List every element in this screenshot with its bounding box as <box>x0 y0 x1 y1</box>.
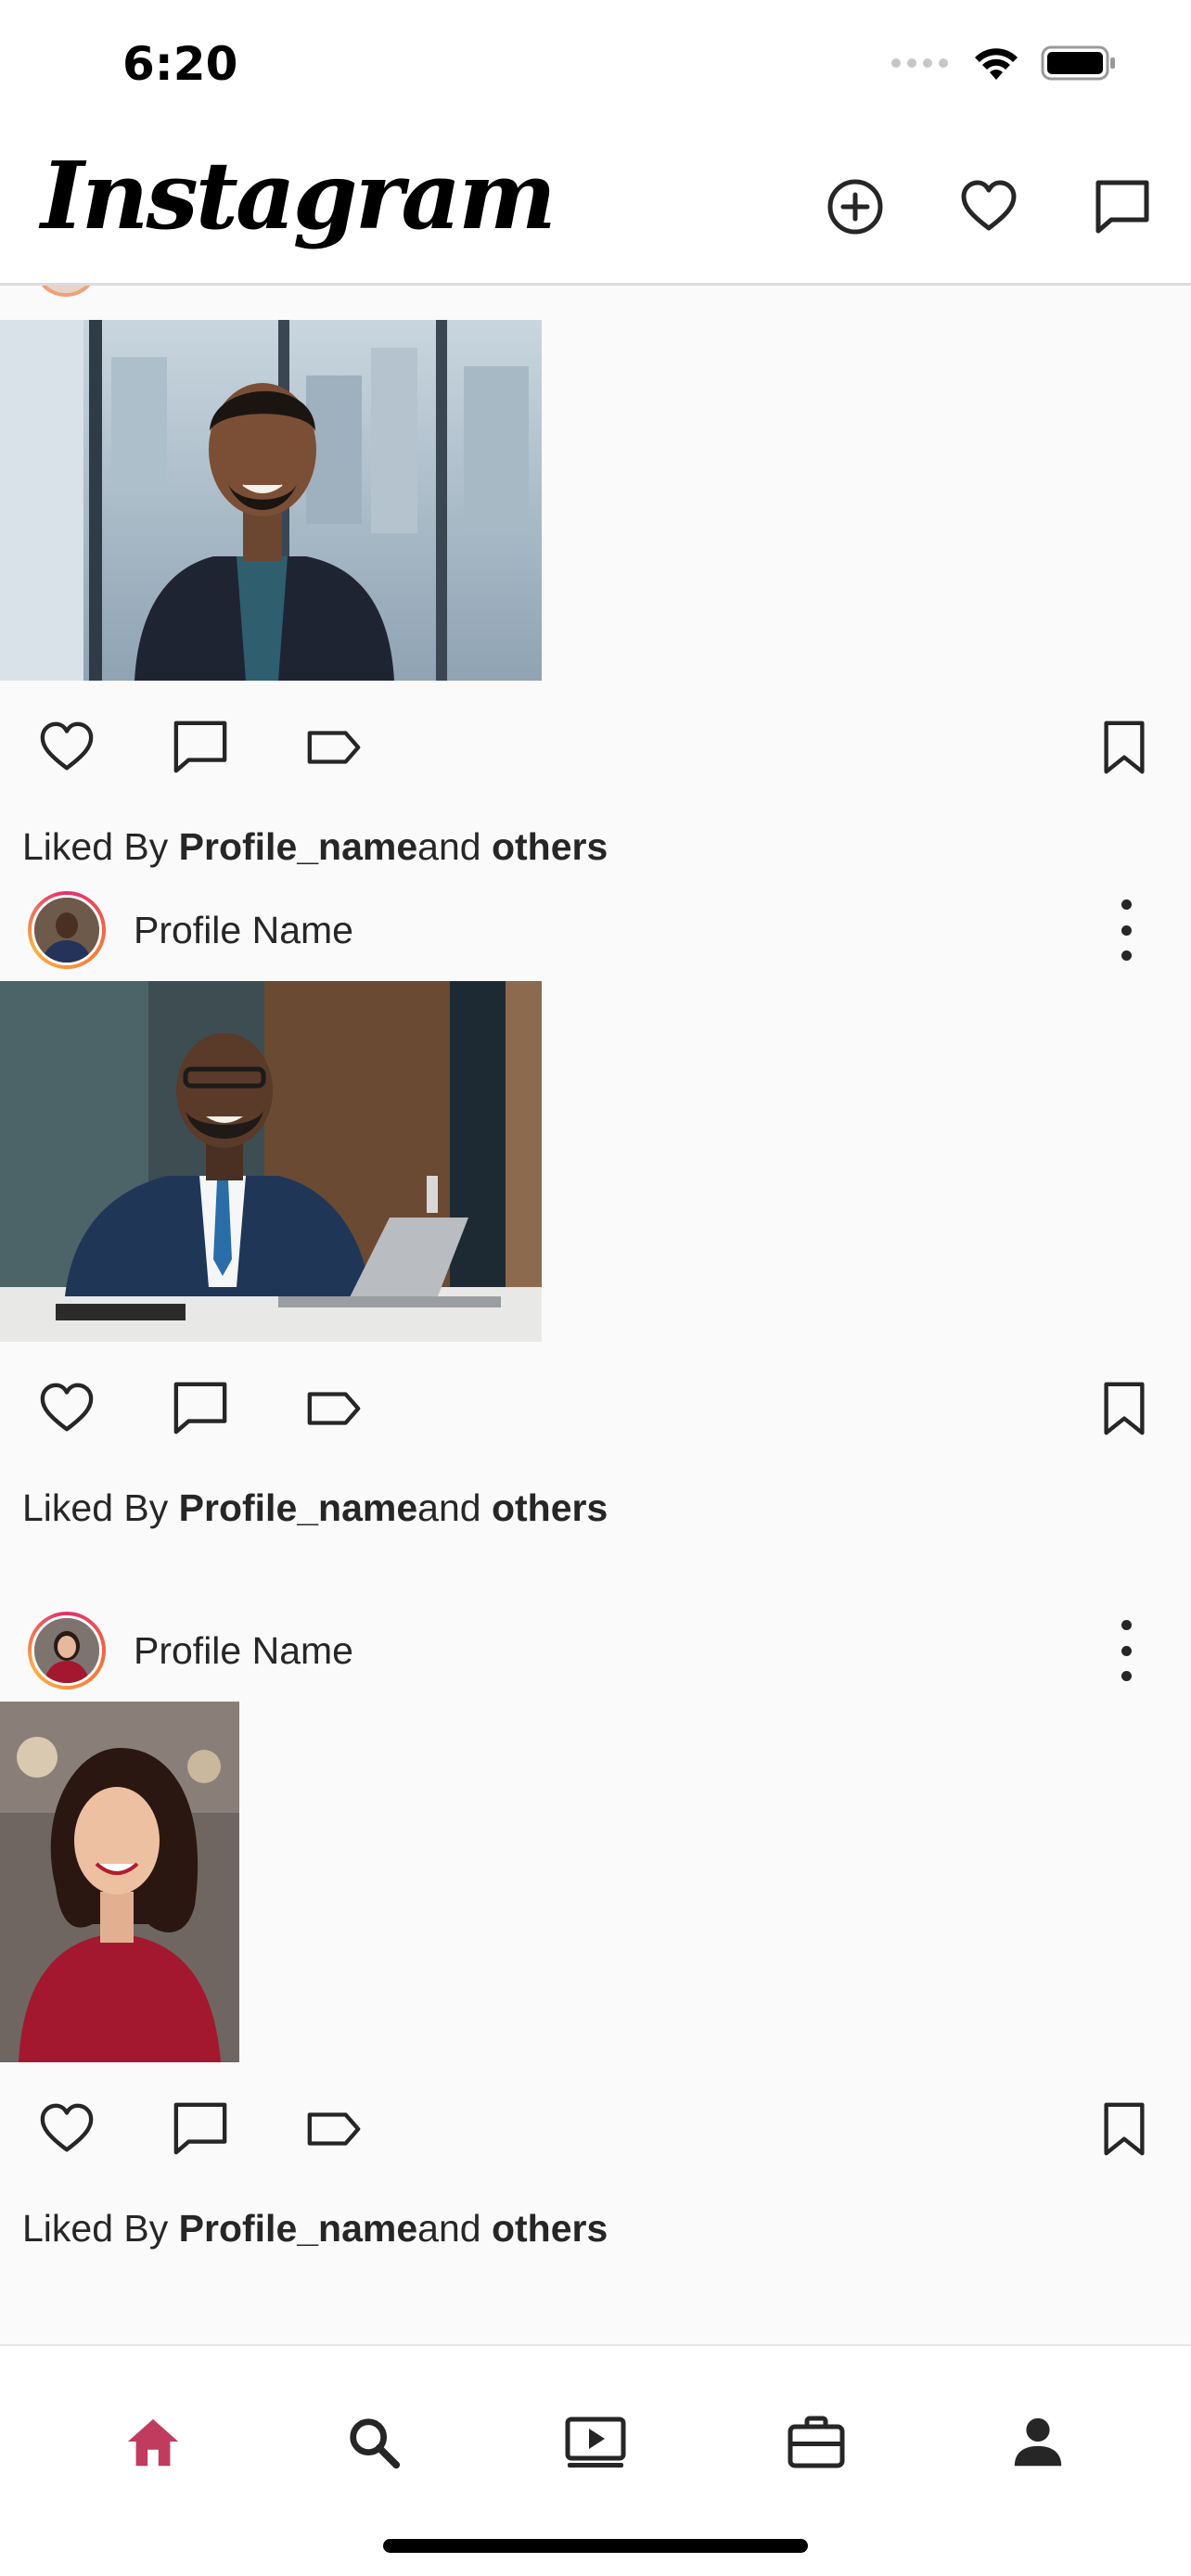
home-icon <box>127 2418 179 2467</box>
plus-circle-icon <box>827 179 883 235</box>
liked-by-prefix: Liked By <box>22 1486 179 1529</box>
status-time: 6:20 <box>122 37 238 91</box>
comment-button[interactable] <box>165 2094 236 2164</box>
new-post-button[interactable] <box>822 173 889 240</box>
comment-button[interactable] <box>165 1373 236 1444</box>
chat-bubble-icon <box>1095 180 1149 234</box>
tag-button[interactable] <box>299 1373 369 1444</box>
liked-by-others-link[interactable]: others <box>492 825 608 868</box>
heart-icon <box>40 2103 94 2152</box>
bookmark-icon <box>1104 721 1145 774</box>
save-button[interactable] <box>1089 712 1159 783</box>
avatar[interactable] <box>28 891 106 969</box>
briefcase-icon <box>788 2416 845 2468</box>
post-photo <box>0 320 542 681</box>
save-button[interactable] <box>1089 1373 1159 1444</box>
liked-by-user-link[interactable]: Profile_name <box>179 825 418 868</box>
status-bar: 6:20 <box>0 0 1191 134</box>
post-header: Profile Name <box>0 1600 1191 1702</box>
nav-profile[interactable] <box>1003 2407 1073 2478</box>
avatar <box>37 286 95 297</box>
nav-reels[interactable] <box>560 2407 631 2478</box>
activity-button[interactable] <box>955 173 1022 240</box>
post-image[interactable] <box>0 981 1191 1342</box>
nav-home[interactable] <box>118 2407 188 2478</box>
header-actions <box>822 173 1156 240</box>
post-actions <box>0 681 1191 814</box>
profile-name[interactable]: Profile Name <box>134 1629 353 1673</box>
feed[interactable]: Liked By Profile_nameand others Profile … <box>0 286 1191 2344</box>
search-icon <box>350 2418 401 2469</box>
post: Profile Name Liked By Profile_nameand ot… <box>0 879 1191 1540</box>
liked-by-others-link[interactable]: others <box>492 1486 608 1529</box>
heart-icon <box>40 721 94 771</box>
instagram-logo: Instagram <box>41 141 557 250</box>
wifi-icon <box>975 48 1018 80</box>
messages-button[interactable] <box>1089 173 1156 240</box>
post: Profile Name Liked By Profile_nameand ot… <box>0 1600 1191 2261</box>
post-header: Profile Name <box>0 879 1191 981</box>
app-header: Instagram <box>0 134 1191 286</box>
more-dots-icon <box>1121 1620 1132 1630</box>
liked-by-prefix: Liked By <box>22 825 179 868</box>
avatar[interactable] <box>28 1612 106 1690</box>
cellular-signal-icon <box>891 58 948 68</box>
save-button[interactable] <box>1089 2094 1159 2164</box>
avatar-image <box>32 895 102 965</box>
liked-by-and: and <box>417 825 492 868</box>
post-actions <box>0 2062 1191 2196</box>
status-icons <box>891 45 1117 82</box>
more-options-button[interactable] <box>1115 899 1137 961</box>
liked-by-text: Liked By Profile_nameand others <box>0 1475 1191 1540</box>
home-indicator[interactable] <box>383 2539 808 2553</box>
comment-button[interactable] <box>165 712 236 783</box>
label-tag-icon <box>307 2112 361 2146</box>
liked-by-user-link[interactable]: Profile_name <box>179 2207 418 2250</box>
liked-by-user-link[interactable]: Profile_name <box>179 1486 418 1529</box>
profile-name[interactable]: Profile Name <box>134 909 353 952</box>
liked-by-and: and <box>417 1486 492 1529</box>
post: Liked By Profile_nameand others <box>0 320 1191 879</box>
liked-by-others-link[interactable]: others <box>492 2207 608 2250</box>
like-button[interactable] <box>32 1373 102 1444</box>
label-tag-icon <box>307 1392 361 1425</box>
chat-bubble-icon <box>173 1382 227 1435</box>
post-photo <box>0 1702 239 2062</box>
like-button[interactable] <box>32 2094 102 2164</box>
bookmark-icon <box>1104 1382 1145 1435</box>
nav-search[interactable] <box>339 2407 409 2478</box>
label-tag-icon <box>307 731 361 764</box>
chat-bubble-icon <box>173 2102 227 2155</box>
tag-button[interactable] <box>299 2094 369 2164</box>
bookmark-icon <box>1104 2102 1145 2156</box>
heart-icon <box>40 1383 94 1432</box>
battery-icon <box>1041 45 1115 81</box>
more-options-button[interactable] <box>1115 1620 1137 1681</box>
tag-button[interactable] <box>299 712 369 783</box>
liked-by-text: Liked By Profile_nameand others <box>0 2196 1191 2261</box>
post-actions <box>0 1342 1191 1475</box>
person-icon <box>1014 2417 1062 2467</box>
nav-shop[interactable] <box>781 2407 852 2478</box>
liked-by-and: and <box>417 2207 492 2250</box>
more-dots-icon <box>1121 899 1132 910</box>
liked-by-prefix: Liked By <box>22 2207 179 2250</box>
like-button[interactable] <box>32 712 102 783</box>
heart-icon <box>961 180 1017 231</box>
post-photo <box>0 981 542 1342</box>
liked-by-text: Liked By Profile_nameand others <box>0 814 1191 879</box>
chat-bubble-icon <box>173 721 227 773</box>
video-play-icon <box>565 2417 626 2468</box>
post-image[interactable] <box>0 1702 1191 2062</box>
avatar-image <box>32 1615 102 1686</box>
post-image[interactable] <box>0 320 1191 681</box>
